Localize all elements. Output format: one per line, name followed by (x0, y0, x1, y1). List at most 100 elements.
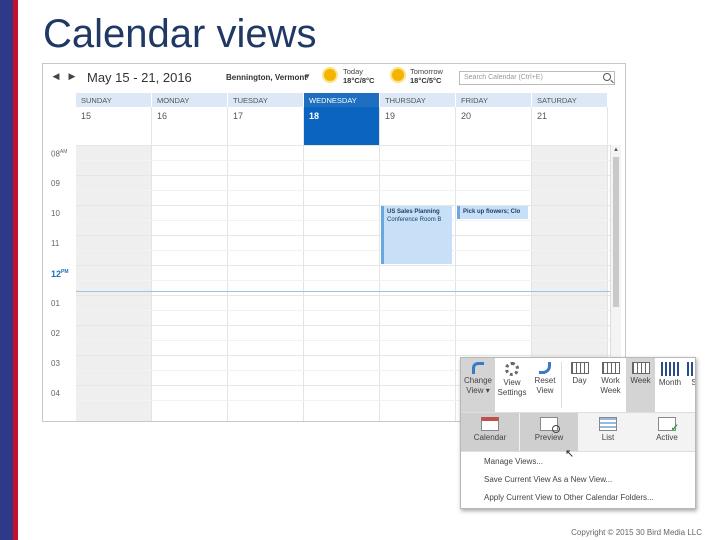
day-number-16[interactable]: 16 (152, 107, 228, 145)
ribbon-button-label: Week (630, 376, 651, 385)
calendar-event[interactable]: US Sales Planning Conference Room B (381, 206, 452, 264)
day-number-19[interactable]: 19 (380, 107, 456, 145)
location-dropdown-icon[interactable]: ▾ (305, 71, 310, 82)
hour-label: 03 (51, 359, 60, 368)
month-button[interactable]: Month (655, 358, 685, 412)
search-input[interactable]: Search Calendar (Ctrl+E) (459, 71, 615, 85)
view-gallery-label: Active (656, 433, 678, 442)
day-header-saturday[interactable]: SATURDAY (532, 93, 608, 107)
day-column-wednesday[interactable] (304, 145, 380, 421)
ribbon-button-label: Change (463, 376, 493, 385)
menu-item[interactable]: Apply Current View to Other Calendar Fol… (461, 489, 695, 507)
weather-tomorrow[interactable]: Tomorrow 18°C/5°C (410, 67, 443, 85)
hour-label: 09 (51, 179, 60, 188)
event-title: Pick up flowers; Clo (463, 209, 521, 215)
navy-side-bar (0, 0, 13, 540)
calendar-header: ◀ ▶ May 15 - 21, 2016 Bennington, Vermon… (43, 64, 625, 91)
work-week-icon (601, 362, 620, 374)
list-view-icon (599, 417, 617, 431)
day-column-sunday[interactable] (76, 145, 152, 421)
weather-tomorrow-label: Tomorrow (410, 67, 443, 76)
day-header-sunday[interactable]: SUNDAY (76, 93, 152, 107)
active-view-icon (658, 417, 679, 434)
sun-icon (392, 69, 404, 81)
ribbon-button-label: Month (658, 378, 682, 387)
change-view-menu: Manage Views... Save Current View As a Ne… (461, 453, 695, 507)
hour-label: 04 (51, 389, 60, 398)
calendar-event[interactable]: Pick up flowers; Clo (457, 206, 528, 219)
day-number-15[interactable]: 15 (76, 107, 152, 145)
day-button[interactable]: Day (564, 358, 595, 412)
view-gallery-label: Preview (534, 433, 564, 442)
hour-line (76, 175, 610, 176)
view-gallery-label: Calendar (473, 433, 507, 442)
copyright-text: Copyright © 2015 30 Bird Media LLC (571, 528, 702, 537)
ribbon-button-label: Day (572, 376, 587, 385)
change-view-icon (472, 362, 484, 374)
day-number-18[interactable]: 18 (304, 107, 380, 145)
reset-icon (539, 362, 551, 374)
hour-line (76, 235, 610, 236)
preview-view-icon (540, 417, 560, 433)
menu-item[interactable]: Save Current View As a New View... (461, 471, 695, 489)
current-time-line (76, 291, 610, 292)
ribbon-button-label: View (536, 386, 554, 395)
day-icon (570, 362, 589, 374)
view-gallery-label: List (601, 433, 615, 442)
hour-line (76, 325, 610, 326)
ribbon-button-label: View ▾ (466, 386, 490, 395)
day-header-thursday[interactable]: THURSDAY (380, 93, 456, 107)
half-hour-line (76, 160, 610, 161)
reset-button[interactable]: Reset View (529, 358, 561, 412)
half-hour-line (76, 220, 610, 221)
half-hour-line (76, 310, 610, 311)
scroll-up-icon[interactable]: ▲ (613, 147, 619, 153)
view-gallery: Calendar Preview List Active (461, 412, 695, 452)
weather-today-label: Today (343, 67, 364, 76)
calendar-view-icon (481, 417, 499, 431)
weather-today[interactable]: Today 18°C/8°C (343, 67, 374, 85)
week-button[interactable]: Week (626, 358, 655, 412)
half-hour-line (76, 190, 610, 191)
ribbon-button-label: Reset (534, 376, 556, 385)
day-column-tuesday[interactable] (228, 145, 304, 421)
day-number-21[interactable]: 21 (532, 107, 608, 145)
work-button[interactable]: Work Week (595, 358, 626, 412)
view-gallery-list[interactable]: List (579, 413, 637, 451)
day-header-wednesday[interactable]: WEDNESDAY (304, 93, 380, 107)
day-header-friday[interactable]: FRIDAY (456, 93, 532, 107)
half-hour-line (76, 340, 610, 341)
schedule-icon (687, 362, 695, 376)
day-column-monday[interactable] (152, 145, 228, 421)
ribbon-separator (561, 362, 562, 408)
view-button[interactable]: View Settings (495, 358, 529, 412)
location-label[interactable]: Bennington, Vermont (226, 73, 307, 82)
ribbon-button-label: Week (600, 386, 621, 395)
hour-line (76, 205, 610, 206)
next-arrow-icon[interactable]: ▶ (67, 71, 77, 83)
previous-arrow-icon[interactable]: ◀ (51, 71, 61, 83)
search-placeholder: Search Calendar (Ctrl+E) (464, 74, 543, 81)
hour-label: 11 (51, 239, 60, 248)
day-header-tuesday[interactable]: TUESDAY (228, 93, 304, 107)
view-gallery-calendar[interactable]: Calendar (461, 413, 519, 451)
month-icon (661, 362, 679, 376)
view-gallery-preview[interactable]: Preview (520, 413, 578, 451)
day-header-monday[interactable]: MONDAY (152, 93, 228, 107)
search-icon[interactable] (603, 73, 611, 81)
hour-line (76, 355, 610, 356)
sun-icon (324, 69, 336, 81)
day-number-20[interactable]: 20 (456, 107, 532, 145)
ribbon-button-label: Settings (497, 388, 527, 397)
hour-line (76, 265, 610, 266)
half-hour-line (76, 280, 610, 281)
day-number-17[interactable]: 17 (228, 107, 304, 145)
menu-item[interactable]: Manage Views... (461, 453, 695, 471)
view-gallery-active[interactable]: Active (638, 413, 695, 451)
half-hour-line (76, 250, 610, 251)
sc-button[interactable]: Sc (685, 358, 695, 412)
event-location: Conference Room B (387, 217, 442, 223)
day-column-thursday[interactable] (380, 145, 456, 421)
scroll-thumb[interactable] (613, 157, 619, 307)
change-button[interactable]: Change View ▾ (461, 358, 495, 412)
